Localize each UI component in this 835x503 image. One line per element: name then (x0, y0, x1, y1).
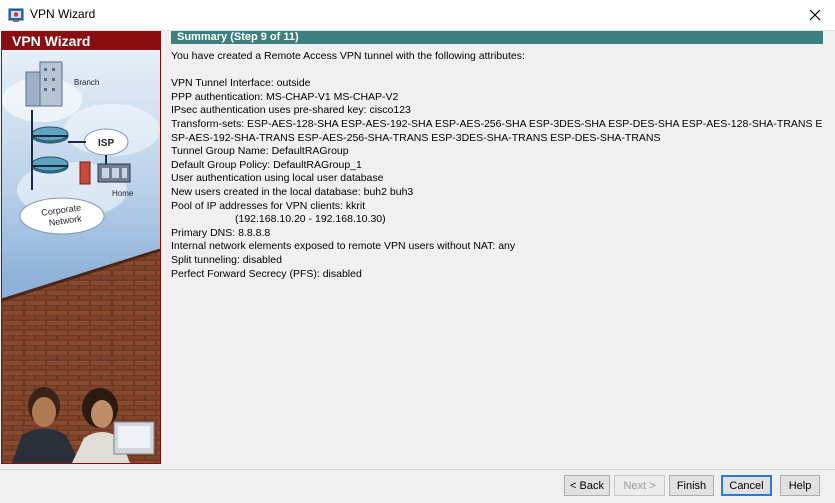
sidebar-title: VPN Wizard (2, 32, 160, 50)
footer-separator (0, 469, 835, 470)
transform-sets-line: Transform-sets: ESP-AES-128-SHA ESP-AES-… (171, 117, 823, 144)
back-button[interactable]: < Back (564, 475, 610, 496)
title-bar: VPN Wizard (0, 0, 835, 31)
step-header: Summary (Step 9 of 11) (171, 31, 823, 44)
address-pool-line: Pool of IP addresses for VPN clients: kk… (171, 199, 366, 212)
user-auth-line: User authentication using local user dat… (171, 172, 384, 185)
nat-exempt-line: Internal network elements exposed to rem… (171, 240, 516, 253)
help-button[interactable]: Help (780, 475, 820, 496)
split-tunneling-line: Split tunneling: disabled (171, 253, 282, 266)
tunnel-group-line: Tunnel Group Name: DefaultRAGroup (171, 145, 349, 158)
address-pool-range: (192.168.10.20 - 192.168.10.30) (235, 213, 386, 226)
isp-label: ISP (98, 138, 114, 149)
summary-intro: You have created a Remote Access VPN tun… (171, 50, 525, 62)
cancel-button[interactable]: Cancel (721, 475, 772, 496)
home-label: Home (112, 189, 134, 198)
window-title: VPN Wizard (30, 7, 96, 21)
branch-label: Branch (74, 78, 99, 87)
group-policy-line: Default Group Policy: DefaultRAGroup_1 (171, 158, 362, 171)
tunnel-interface-line: VPN Tunnel Interface: outside (171, 77, 311, 90)
summary-panel: You have created a Remote Access VPN tun… (171, 50, 826, 281)
firewall-icon (79, 161, 131, 185)
finish-button[interactable]: Finish (669, 475, 714, 496)
ipsec-auth-line: IPsec authentication uses pre-shared key… (171, 104, 411, 117)
pfs-line: Perfect Forward Secrecy (PFS): disabled (171, 267, 362, 280)
network-illustration: Branch ISP Home Corporate Network (2, 50, 160, 463)
close-icon (809, 9, 821, 21)
vpn-wizard-app-icon (8, 8, 24, 22)
next-button[interactable]: Next > (614, 475, 665, 496)
wizard-sidebar: VPN Wizard Branch ISP Home Corporate Net… (1, 31, 161, 464)
ppp-auth-line: PPP authentication: MS-CHAP-V1 MS-CHAP-V… (171, 90, 399, 103)
primary-dns-line: Primary DNS: 8.8.8.8 (171, 226, 271, 239)
new-users-line: New users created in the local database:… (171, 185, 414, 198)
close-button[interactable] (795, 0, 835, 30)
